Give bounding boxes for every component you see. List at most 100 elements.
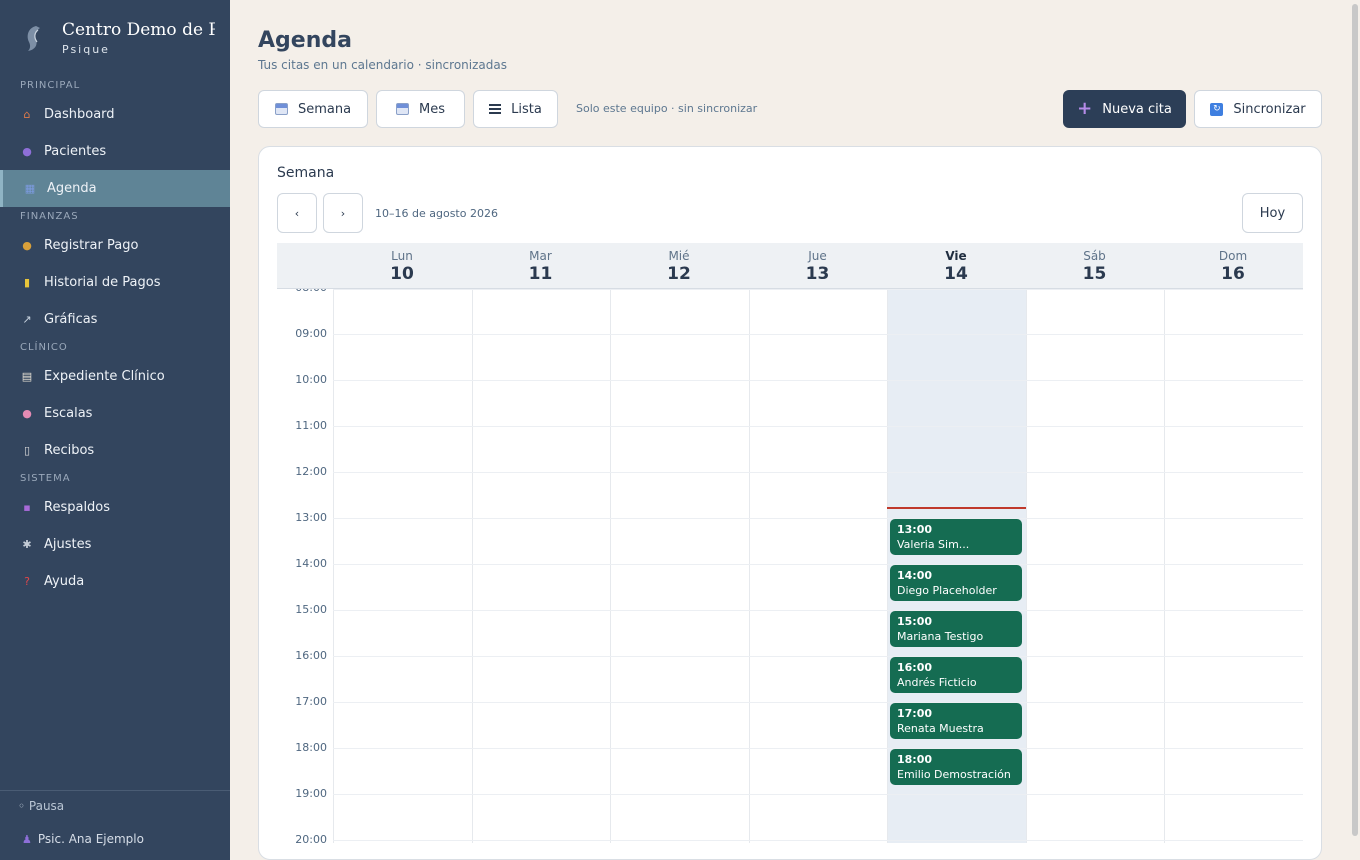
- hour-label: 20:00: [295, 833, 327, 843]
- day-name: Sáb: [1083, 249, 1106, 263]
- appointment-event[interactable]: 16:00 Andrés Ficticio: [890, 657, 1022, 693]
- hour-gridline: [333, 702, 1303, 703]
- sync-button[interactable]: ↻ Sincronizar: [1194, 90, 1322, 128]
- hour-gridline: [333, 472, 1303, 473]
- sidebar-item-agenda[interactable]: ▦ Agenda: [0, 170, 230, 207]
- house-icon: ⌂: [23, 108, 31, 121]
- view-toolbar: Semana Mes Lista Solo este equipo · sin …: [258, 90, 1322, 128]
- hour-label: 17:00: [295, 695, 327, 708]
- receipt-icon: ▯: [23, 444, 31, 457]
- brand-name: Centro Demo de Ps: [62, 20, 215, 40]
- sidebar-item-registrar-pago[interactable]: ● Registrar Pago: [0, 227, 230, 264]
- hour-label: 10:00: [295, 373, 327, 386]
- sidebar-item-escalas[interactable]: ● Escalas: [0, 395, 230, 432]
- hour-gridline: [333, 334, 1303, 335]
- day-number: 16: [1221, 264, 1245, 284]
- day-number: 14: [944, 264, 968, 284]
- sidebar: Centro Demo de Ps Psique PRINCIPAL ⌂ Dashb…: [0, 0, 230, 860]
- calendar-title: Semana: [277, 165, 335, 181]
- appointment-event[interactable]: 17:00 Renata Muestra: [890, 703, 1022, 739]
- pause-button[interactable]: ◦ Pausa: [18, 799, 64, 813]
- hour-label: 16:00: [295, 649, 327, 662]
- next-week-button[interactable]: ›: [323, 193, 363, 233]
- sidebar-item-recibos[interactable]: ▯ Recibos: [0, 432, 230, 469]
- brain-icon: ●: [22, 407, 32, 420]
- people-icon: ●: [22, 145, 32, 158]
- user-icon: ♟: [22, 832, 32, 846]
- appointment-patient: Mariana Testigo: [897, 630, 984, 643]
- scrollbar-thumb[interactable]: [1352, 4, 1358, 836]
- week-header: Lun 10 Mar 11 Mié 12 Jue 13 Vie 14 Sáb 15 Dom 16: [277, 243, 1303, 289]
- section-label: SISTEMA: [20, 473, 71, 484]
- day-header[interactable]: Sáb 15: [1026, 243, 1164, 289]
- sidebar-item-label: Ayuda: [44, 574, 85, 589]
- chart-icon: ↗: [22, 313, 32, 326]
- week-body: 08:00 09:00 10:00 11:00 12:00 13:00 14:00 15:00…: [277, 289, 1303, 843]
- page-scrollbar[interactable]: [1350, 0, 1360, 860]
- day-header[interactable]: Dom 16: [1164, 243, 1302, 289]
- user-name: Psic. Ana Ejemplo: [37, 832, 144, 846]
- list-view-button[interactable]: Lista: [473, 90, 558, 128]
- clipboard-icon: ▤: [21, 370, 33, 383]
- appointment-time: 16:00: [897, 661, 933, 674]
- hour-gridline: [333, 610, 1303, 611]
- day-header[interactable]: Mié 12: [610, 243, 748, 289]
- new-appointment-button[interactable]: + Nueva cita: [1063, 90, 1186, 128]
- week-view-button[interactable]: Semana: [258, 90, 368, 128]
- day-header[interactable]: Jue 13: [749, 243, 887, 289]
- day-header[interactable]: Vie 14: [887, 243, 1025, 289]
- hour-gridline: [333, 656, 1303, 657]
- sidebar-item-respaldos[interactable]: ▪ Respaldos: [0, 489, 230, 526]
- appointment-time: 17:00: [897, 707, 933, 720]
- hour-gridline: [333, 840, 1303, 841]
- plus-icon: +: [1077, 98, 1093, 119]
- sidebar-item-historial-de-pagos[interactable]: ▮ Historial de Pagos: [0, 264, 230, 301]
- user-profile[interactable]: ♟ Psic. Ana Ejemplo: [22, 832, 144, 846]
- day-number: 10: [390, 264, 414, 284]
- sidebar-item-label: Expediente Clínico: [44, 369, 165, 384]
- sidebar-item-ajustes[interactable]: ✱ Ajustes: [0, 526, 230, 563]
- appointment-event[interactable]: 13:00 Valeria Sim...: [890, 519, 1022, 555]
- question-icon: ?: [24, 575, 30, 588]
- day-name: Mié: [668, 249, 690, 263]
- appointment-event[interactable]: 15:00 Mariana Testigo: [890, 611, 1022, 647]
- day-header[interactable]: Mar 11: [472, 243, 610, 289]
- sidebar-item-pacientes[interactable]: ● Pacientes: [0, 133, 230, 170]
- day-name: Dom: [1218, 249, 1248, 263]
- appointment-time: 14:00: [897, 569, 933, 582]
- appointment-time: 18:00: [897, 753, 933, 766]
- appointment-patient: Diego Placeholder: [897, 584, 997, 597]
- sidebar-item-expediente-clinico[interactable]: ▤ Expediente Clínico: [0, 358, 230, 395]
- sidebar-item-label: Dashboard: [44, 107, 115, 122]
- sidebar-item-ayuda[interactable]: ? Ayuda: [0, 563, 230, 600]
- calendar-icon: [274, 103, 288, 115]
- day-header[interactable]: Lun 10: [333, 243, 471, 289]
- day-number: 13: [805, 264, 830, 284]
- sidebar-item-graficas[interactable]: ↗ Gráficas: [0, 301, 230, 338]
- appointment-event[interactable]: 18:00 Emilio Demostración: [890, 749, 1022, 785]
- week-view-label: Semana: [297, 101, 352, 117]
- today-button[interactable]: Hoy: [1242, 193, 1303, 233]
- week-grid: Lun10Mar11Mié12Jue13Vie14Sáb15Dom16 08:0…: [277, 243, 1303, 843]
- day-number: 11: [528, 264, 553, 284]
- appointment-time: 15:00: [897, 615, 933, 628]
- calendar-icon: ▦: [24, 182, 36, 195]
- sidebar-item-dashboard[interactable]: ⌂ Dashboard: [0, 96, 230, 133]
- day-name: Lun: [391, 249, 413, 263]
- sidebar-item-label: Recibos: [44, 443, 95, 458]
- sidebar-item-label: Ajustes: [44, 537, 92, 552]
- current-time-indicator: [887, 506, 1026, 509]
- appointment-event[interactable]: 14:00 Diego Placeholder: [890, 565, 1022, 601]
- month-view-button[interactable]: Mes: [376, 90, 465, 128]
- page-title: Agenda: [258, 28, 352, 53]
- hour-label: 15:00: [295, 603, 327, 616]
- previous-week-button[interactable]: ‹: [277, 193, 317, 233]
- main-content: Agenda Tus citas en un calendario · sinc…: [230, 0, 1360, 860]
- sync-icon: ↻: [1210, 102, 1224, 116]
- hour-label: 14:00: [295, 557, 327, 570]
- day-number: 12: [667, 264, 691, 284]
- appointment-time: 13:00: [897, 523, 933, 536]
- hour-label: 13:00: [295, 511, 327, 524]
- day-name: Jue: [808, 249, 827, 263]
- brand-subtitle: Psique: [62, 43, 110, 56]
